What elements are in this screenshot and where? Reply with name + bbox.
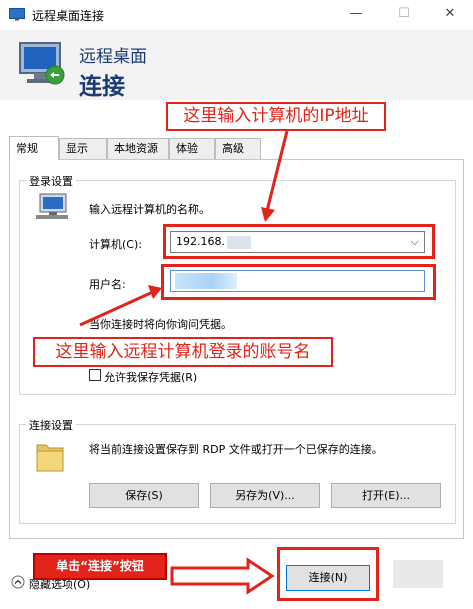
connection-settings-group: 连接设置 — [19, 417, 456, 524]
minimize-button[interactable]: — — [333, 0, 379, 30]
credentials-prompt-text: 当你连接时将向你询问凭据。 — [89, 318, 232, 331]
tab-local-resources[interactable]: 本地资源 — [107, 138, 169, 160]
open-button[interactable]: 打开(E)... — [331, 483, 441, 508]
username-label: 用户名: — [89, 278, 126, 291]
computer-highlight-box — [163, 224, 435, 259]
save-credentials-checkbox[interactable] — [89, 369, 101, 381]
computer-icon — [36, 193, 68, 219]
tab-display[interactable]: 显示 — [59, 138, 107, 160]
account-hint-callout: 这里输入远程计算机登录的账号名 — [33, 337, 333, 367]
save-credentials-label[interactable]: 允许我保存凭据(R) — [104, 369, 197, 385]
tab-advanced[interactable]: 高级 — [215, 138, 261, 160]
save-as-button[interactable]: 另存为(V)... — [210, 483, 320, 508]
window-title: 远程桌面连接 — [32, 9, 105, 23]
header-line1: 远程桌面 — [79, 47, 147, 67]
header-line2: 连接 — [79, 74, 125, 100]
click-hint-callout: 单击“连接”按钮 — [33, 553, 167, 580]
save-button[interactable]: 保存(S) — [89, 483, 199, 508]
header-banner: 远程桌面 连接 — [0, 30, 473, 100]
computer-label: 计算机(C): — [89, 238, 142, 251]
title-bar: 远程桌面连接 — ☐ ✕ — [0, 0, 473, 30]
login-settings-title: 登录设置 — [26, 173, 76, 189]
login-instruction: 输入远程计算机的名称。 — [89, 203, 210, 216]
close-button[interactable]: ✕ — [427, 0, 473, 30]
arrow-to-connect — [170, 557, 275, 595]
username-highlight-box — [161, 264, 436, 300]
folder-icon — [36, 444, 64, 472]
remote-desktop-monitor-icon — [19, 42, 65, 85]
tab-experience[interactable]: 体验 — [169, 138, 215, 160]
connection-settings-title: 连接设置 — [26, 417, 76, 433]
redacted-watermark — [393, 560, 443, 588]
tab-general[interactable]: 常规 — [9, 136, 59, 160]
connect-highlight-box — [277, 547, 379, 601]
connection-description: 将当前连接设置保存到 RDP 文件或打开一个已保存的连接。 — [89, 443, 383, 456]
chevron-up-icon[interactable] — [11, 575, 25, 589]
maximize-button[interactable]: ☐ — [381, 0, 427, 30]
remote-desktop-app-icon — [9, 8, 25, 21]
ip-hint-callout: 这里输入计算机的IP地址 — [166, 102, 386, 131]
